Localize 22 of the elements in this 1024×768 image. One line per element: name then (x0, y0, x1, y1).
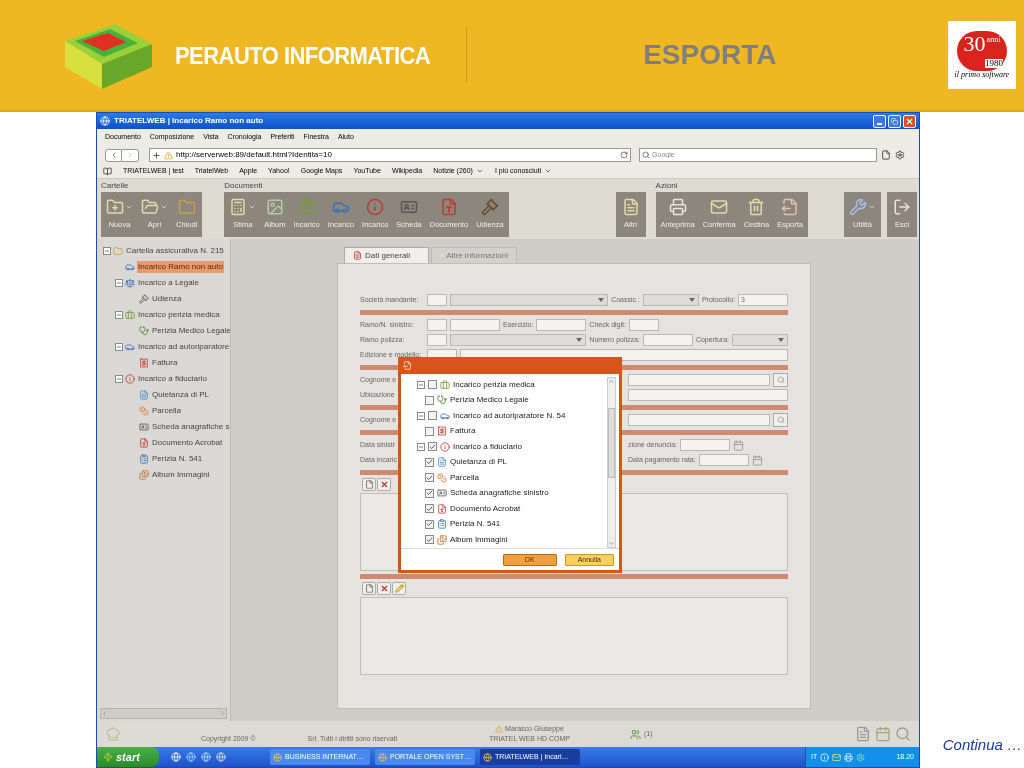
export-item-label: Perizia Medico Legale (450, 394, 529, 407)
export-item-label: Perizia N. 541 (450, 518, 501, 531)
export-item-label: Fattura (450, 425, 476, 438)
export-item-label: Scheda anagrafiche sinistro (450, 487, 549, 500)
export-item-label: Incarico ad autoriparatore N. 54 (453, 409, 566, 422)
badge-tagline: il primo software (954, 71, 1010, 79)
toolbar-group-label: Azioni (655, 180, 678, 192)
window-title: TRIATELWEB | Incarico Ramo non auto (114, 115, 264, 127)
export-item-label: Album Immagini (450, 533, 508, 546)
slide-title: ESPORTA (643, 38, 777, 72)
export-item-label: Documento Acrobat (450, 502, 521, 515)
export-item-label: Incarico perizia medica (453, 378, 535, 391)
export-item-label: Parcella (450, 471, 479, 484)
export-item-label: Incarico a fiduciario (453, 440, 522, 453)
badge-unit: anni (986, 36, 1001, 44)
export-item-label: Quietanza di PL (450, 456, 507, 469)
toolbar-group-label: Cartelle (101, 180, 129, 192)
brand-name: PERAUTO INFORMATICA (175, 40, 431, 71)
toolbar-group-label: Documenti (224, 180, 263, 192)
badge-year: 1980 (985, 59, 1003, 68)
badge-number: 30 (963, 33, 986, 55)
url-text: http://serverweb:89/default.html?Identita=10 (176, 149, 332, 161)
